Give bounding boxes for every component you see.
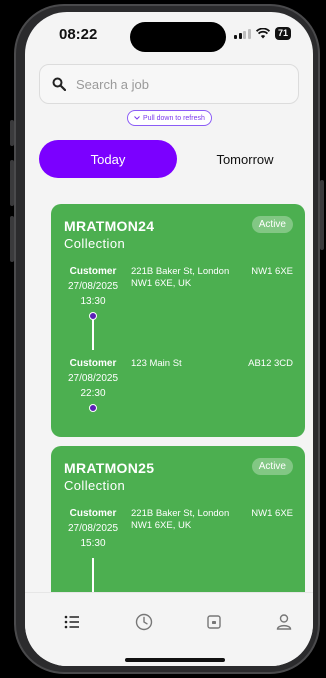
mute-switch — [10, 120, 14, 146]
job-ref: MRATMON25 — [64, 460, 155, 476]
stop-role: Customer — [69, 358, 117, 369]
status-icons: 71 — [234, 27, 291, 40]
signal-icon — [234, 28, 251, 39]
stop-time: 15:30 — [80, 538, 106, 549]
app-screen: 08:22 71 Pull down to refresh Today Tomo… — [25, 12, 313, 666]
timeline-dot — [89, 312, 97, 320]
volume-down-button — [10, 216, 14, 262]
search-bar[interactable] — [39, 64, 299, 104]
clock-icon[interactable] — [133, 611, 155, 633]
timeline-dot — [89, 404, 97, 412]
dynamic-island — [130, 22, 226, 52]
wallet-icon[interactable] — [203, 611, 225, 633]
status-badge: Active — [251, 458, 293, 475]
user-icon[interactable] — [273, 611, 295, 633]
stop-date: 27/08/2025 — [67, 373, 119, 384]
refresh-hint-label: Pull down to refresh — [143, 114, 205, 122]
chevron-down-icon — [134, 116, 140, 120]
volume-up-button — [10, 160, 14, 206]
status-time: 08:22 — [59, 26, 98, 43]
stop-address: 123 Main St — [131, 358, 182, 369]
stop-role: Customer — [69, 508, 117, 519]
search-input[interactable] — [76, 76, 276, 92]
stop-postcode: NW1 6XE — [251, 266, 293, 277]
stop-info: Customer 27/08/2025 13:30 — [59, 264, 127, 309]
tab-today[interactable]: Today — [39, 140, 177, 178]
stop-time: 22:30 — [80, 388, 106, 399]
stop-postcode: NW1 6XE — [251, 508, 293, 519]
stop-date: 27/08/2025 — [67, 523, 119, 534]
stop-address: 221B Baker St, London NW1 6XE, UK — [131, 266, 230, 289]
stop-role: Customer — [69, 266, 117, 277]
power-button — [320, 180, 324, 250]
job-type: Collection — [64, 236, 126, 251]
stop-postcode: AB12 3CD — [248, 358, 293, 369]
job-ref: MRATMON24 — [64, 218, 155, 234]
stop-time: 13:30 — [80, 296, 106, 307]
list-icon[interactable] — [61, 611, 83, 633]
tab-tomorrow[interactable]: Tomorrow — [177, 140, 313, 178]
bottom-nav — [25, 592, 313, 666]
wifi-icon — [255, 28, 270, 39]
pull-to-refresh-hint: Pull down to refresh — [127, 110, 212, 126]
home-indicator — [125, 658, 225, 662]
battery-icon: 71 — [274, 27, 291, 40]
timeline-line — [92, 320, 94, 350]
search-icon — [52, 77, 66, 91]
stop-address: 221B Baker St, London NW1 6XE, UK — [131, 508, 230, 531]
stop-info: Customer 27/08/2025 22:30 — [59, 356, 127, 401]
job-type: Collection — [64, 478, 126, 493]
status-badge: Active — [251, 216, 293, 233]
stop-info: Customer 27/08/2025 15:30 — [59, 506, 127, 551]
stop-date: 27/08/2025 — [67, 281, 119, 292]
job-card[interactable]: MRATMON24 Collection Active Customer 27/… — [51, 204, 305, 437]
